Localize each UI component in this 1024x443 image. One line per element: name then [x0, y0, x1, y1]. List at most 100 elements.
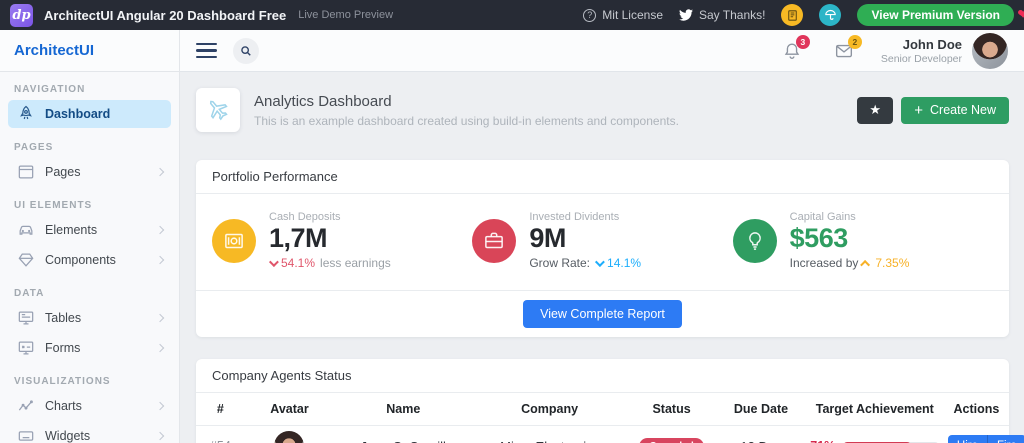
dp-logo[interactable]: dp	[10, 4, 33, 27]
sidebar-item-elements[interactable]: Elements	[8, 216, 171, 244]
share-button[interactable]	[819, 4, 841, 26]
col-header-target: Target Achievement	[806, 393, 944, 426]
page-content: Analytics Dashboard This is an example d…	[180, 72, 1024, 443]
col-header-avatar: Avatar	[245, 393, 334, 426]
twitter-icon	[679, 8, 693, 22]
keyboard-icon	[16, 426, 36, 443]
browser-icon	[16, 162, 36, 182]
search-button[interactable]	[233, 38, 259, 64]
portfolio-performance-card: Portfolio Performance Cash Deposits 1,7M	[196, 160, 1009, 337]
top-bar: dp ArchitectUI Angular 20 Dashboard Free…	[0, 0, 1024, 30]
rocket-icon	[16, 104, 36, 124]
diamond-icon	[16, 250, 36, 270]
stat-label: Cash Deposits	[269, 211, 391, 223]
nav-heading-navigation: NAVIGATION	[14, 84, 165, 95]
agent-name: Juan C. Cargill	[334, 426, 472, 443]
app-subtitle: Live Demo Preview	[298, 9, 393, 21]
actions-button-group: Hire Fire	[948, 435, 1024, 443]
col-header-id: #	[196, 393, 245, 426]
note-icon	[16, 338, 36, 358]
sidebar-item-components[interactable]: Components	[8, 246, 171, 274]
stat-invested-dividents: Invested Dividents 9M Grow Rate: 14.1%	[472, 211, 732, 270]
sidebar-item-label: Pages	[45, 165, 80, 179]
hamburger-menu-button[interactable]	[196, 43, 217, 59]
docs-button[interactable]	[781, 4, 803, 26]
message-count-badge: 2	[848, 35, 862, 49]
table-header-row: # Avatar Name Company Status Due Date Ta…	[196, 393, 1009, 426]
nav-heading-ui-elements: UI ELEMENTS	[14, 200, 165, 211]
trend-caption: less earnings	[320, 256, 391, 270]
chevron-right-icon	[156, 226, 164, 234]
sidebar-nav: NAVIGATION Dashboard PAGES Pages UI ELEM…	[0, 72, 179, 443]
document-icon	[785, 8, 800, 23]
fire-button[interactable]: Fire	[988, 435, 1024, 443]
user-role: Senior Developer	[881, 53, 962, 65]
notifications-button[interactable]: 3	[781, 40, 803, 62]
messages-button[interactable]: 2	[833, 40, 855, 62]
app-title: ArchitectUI Angular 20 Dashboard Free	[44, 8, 286, 23]
stat-label: Capital Gains	[790, 211, 910, 223]
sidebar-item-label: Tables	[45, 311, 81, 325]
view-premium-button[interactable]: View Premium Version	[857, 4, 1014, 26]
user-name: John Doe	[881, 37, 962, 52]
say-thanks-link[interactable]: Say Thanks!	[679, 8, 765, 22]
col-header-actions: Actions	[944, 393, 1009, 426]
sidebar-item-dashboard[interactable]: Dashboard	[8, 100, 171, 128]
col-header-due-date: Due Date	[716, 393, 805, 426]
briefcase-icon	[472, 219, 516, 263]
sidebar-item-charts[interactable]: Charts	[8, 392, 171, 420]
nav-heading-pages: PAGES	[14, 142, 165, 153]
agent-company: Micro Electronics	[472, 426, 626, 443]
chevron-right-icon	[156, 168, 164, 176]
sidebar-item-label: Widgets	[45, 429, 90, 443]
user-avatar[interactable]	[972, 33, 1008, 69]
stat-value: 1,7M	[269, 223, 391, 254]
mit-license-link[interactable]: ? Mit License	[583, 8, 663, 22]
agents-table: # Avatar Name Company Status Due Date Ta…	[196, 393, 1009, 443]
chevron-right-icon	[156, 256, 164, 264]
umbrella-icon	[823, 8, 838, 23]
chevron-right-icon	[156, 314, 164, 322]
cash-icon	[212, 219, 256, 263]
sidebar: ArchitectUI NAVIGATION Dashboard PAGES P…	[0, 30, 180, 443]
page-subtitle: This is an example dashboard created usi…	[254, 114, 679, 128]
card-title: Company Agents Status	[196, 359, 1009, 393]
stat-value: $563	[790, 223, 910, 254]
nav-heading-visualizations: VISUALIZATIONS	[14, 376, 165, 387]
car-icon	[16, 220, 36, 240]
nav-heading-data: DATA	[14, 288, 165, 299]
caret-up-icon	[861, 260, 871, 270]
target-percent: 71%	[810, 439, 835, 443]
say-thanks-label: Say Thanks!	[699, 8, 765, 22]
help-circle-icon: ?	[583, 9, 596, 22]
card-title: Portfolio Performance	[196, 160, 1009, 194]
create-new-button[interactable]: + Create New	[901, 97, 1009, 124]
company-agents-card: Company Agents Status # Avatar Name Comp…	[196, 359, 1009, 443]
brand-logo[interactable]: ArchitectUI	[0, 30, 179, 72]
sidebar-item-pages[interactable]: Pages	[8, 158, 171, 186]
hire-button[interactable]: Hire	[948, 435, 988, 443]
trend-value: 54.1%	[281, 256, 315, 270]
agent-id: #54	[196, 426, 245, 443]
agent-avatar[interactable]	[274, 431, 304, 443]
favorite-button[interactable]: ★	[857, 97, 893, 124]
view-complete-report-button[interactable]: View Complete Report	[523, 300, 682, 328]
caret-down-icon	[269, 257, 279, 267]
caret-down-icon	[595, 257, 605, 267]
sidebar-item-label: Elements	[45, 223, 97, 237]
col-header-company: Company	[472, 393, 626, 426]
sidebar-item-widgets[interactable]: Widgets	[8, 422, 171, 443]
plus-icon: +	[914, 103, 923, 118]
chevron-right-icon	[156, 344, 164, 352]
mit-license-label: Mit License	[602, 8, 663, 22]
heart-icon: ❤	[1017, 6, 1024, 23]
stat-value: 9M	[529, 223, 641, 254]
trend-value: 7.35%	[875, 256, 909, 270]
display-icon	[16, 308, 36, 328]
sidebar-item-label: Dashboard	[45, 107, 110, 121]
airplane-icon	[198, 90, 237, 129]
star-icon: ★	[869, 102, 881, 117]
sidebar-item-forms[interactable]: Forms	[8, 334, 171, 362]
sidebar-item-tables[interactable]: Tables	[8, 304, 171, 332]
trend-caption: Grow Rate:	[529, 256, 590, 270]
